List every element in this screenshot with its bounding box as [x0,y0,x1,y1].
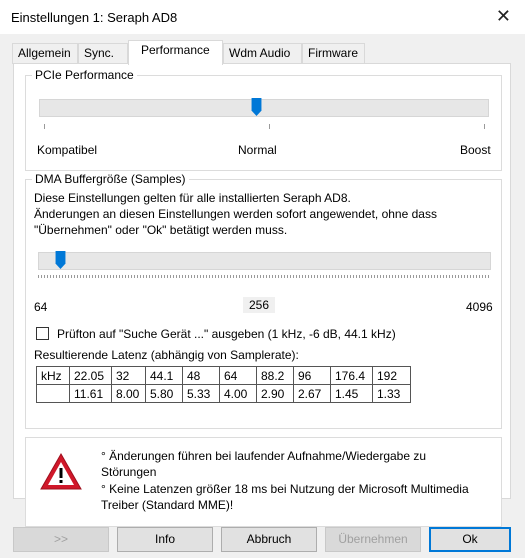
close-icon[interactable]: ✕ [496,6,511,27]
dma-buffer-group: DMA Buffergröße (Samples) Diese Einstell… [25,172,502,429]
latency-cell: 5.33 [182,384,220,403]
latency-rate-row: kHz 22.05 32 44.1 48 64 88.2 96 176.4 19… [36,366,411,385]
warning-line3: ° Keine Latenzen größer 18 ms bei Nutzun… [101,482,469,496]
warning-line4: Treiber (Standard MME)! [101,498,234,512]
pcie-label-kompatibel: Kompatibel [37,143,98,157]
latency-blank-cell [36,384,70,403]
latency-header-label: kHz [36,366,70,385]
latency-cell: 1.45 [330,384,373,403]
dma-ticks [38,275,491,278]
warning-triangle-icon [40,452,82,490]
latency-cell: 4.00 [219,384,257,403]
dma-current-value: 256 [243,297,276,313]
latency-cell: 11.61 [69,384,112,403]
dma-legend: DMA Buffergröße (Samples) [32,172,189,186]
latency-cell: 2.90 [256,384,294,403]
cancel-button[interactable]: Abbruch [221,527,317,552]
latency-cell: 1.33 [372,384,411,403]
dma-description-line3: "Übernehmen" oder "Ok" betätigt werden m… [34,223,288,237]
pcie-slider-track[interactable] [39,99,489,117]
rate-cell: 22.05 [69,366,112,385]
tab-firmware[interactable]: Firmware [302,43,365,64]
info-button[interactable]: Info [117,527,213,552]
tab-sync[interactable]: Sync. [78,43,128,64]
pcie-performance-group: PCIe Performance Kompatibel Normal Boost [25,68,502,171]
pcie-legend: PCIe Performance [32,68,137,82]
dma-description-line2: Änderungen an diesen Einstellungen werde… [34,207,437,221]
performance-panel: PCIe Performance Kompatibel Normal Boost… [13,63,511,527]
dma-max-label: 4096 [466,300,493,314]
rate-cell: 44.1 [145,366,183,385]
ok-button[interactable]: Ok [429,527,511,552]
dma-slider-thumb[interactable] [55,251,66,269]
warning-box: ° Änderungen führen bei laufender Aufnah… [25,437,502,527]
latency-value-row: 11.61 8.00 5.80 5.33 4.00 2.90 2.67 1.45… [36,384,411,403]
latency-cell: 2.67 [293,384,331,403]
pcie-ticks [39,124,489,130]
rate-cell: 32 [111,366,146,385]
dialog-body: Allgemein Sync. Performance Wdm Audio Fi… [0,34,525,558]
latency-cell: 5.80 [145,384,183,403]
tab-wdm-audio[interactable]: Wdm Audio [223,43,302,64]
latency-table: kHz 22.05 32 44.1 48 64 88.2 96 176.4 19… [36,366,411,403]
pcie-slider-thumb[interactable] [251,98,262,116]
dma-description-line1: Diese Einstellungen gelten für alle inst… [34,191,351,205]
rate-cell: 48 [182,366,220,385]
rate-cell: 96 [293,366,331,385]
latency-cell: 8.00 [111,384,146,403]
window-title: Einstellungen 1: Seraph AD8 [11,10,178,25]
test-tone-label[interactable]: Prüfton auf "Suche Gerät ..." ausgeben (… [57,327,396,341]
pcie-label-boost: Boost [460,143,491,157]
latency-caption: Resultierende Latenz (abhängig von Sampl… [34,348,299,362]
rate-cell: 64 [219,366,257,385]
rate-cell: 88.2 [256,366,294,385]
apply-button[interactable]: Übernehmen [325,527,421,552]
rate-cell: 176.4 [330,366,373,385]
rate-cell: 192 [372,366,411,385]
test-tone-checkbox[interactable] [36,327,49,340]
warning-line1: ° Änderungen führen bei laufender Aufnah… [101,449,427,463]
dma-min-label: 64 [34,300,48,314]
dma-slider-track[interactable] [38,252,491,270]
title-bar: Einstellungen 1: Seraph AD8 ✕ [0,0,525,34]
pcie-label-normal: Normal [238,143,277,157]
tab-performance[interactable]: Performance [128,40,223,65]
tab-allgemein[interactable]: Allgemein [12,43,78,64]
more-button[interactable]: >> [13,527,109,552]
warning-line2: Störungen [101,465,157,479]
